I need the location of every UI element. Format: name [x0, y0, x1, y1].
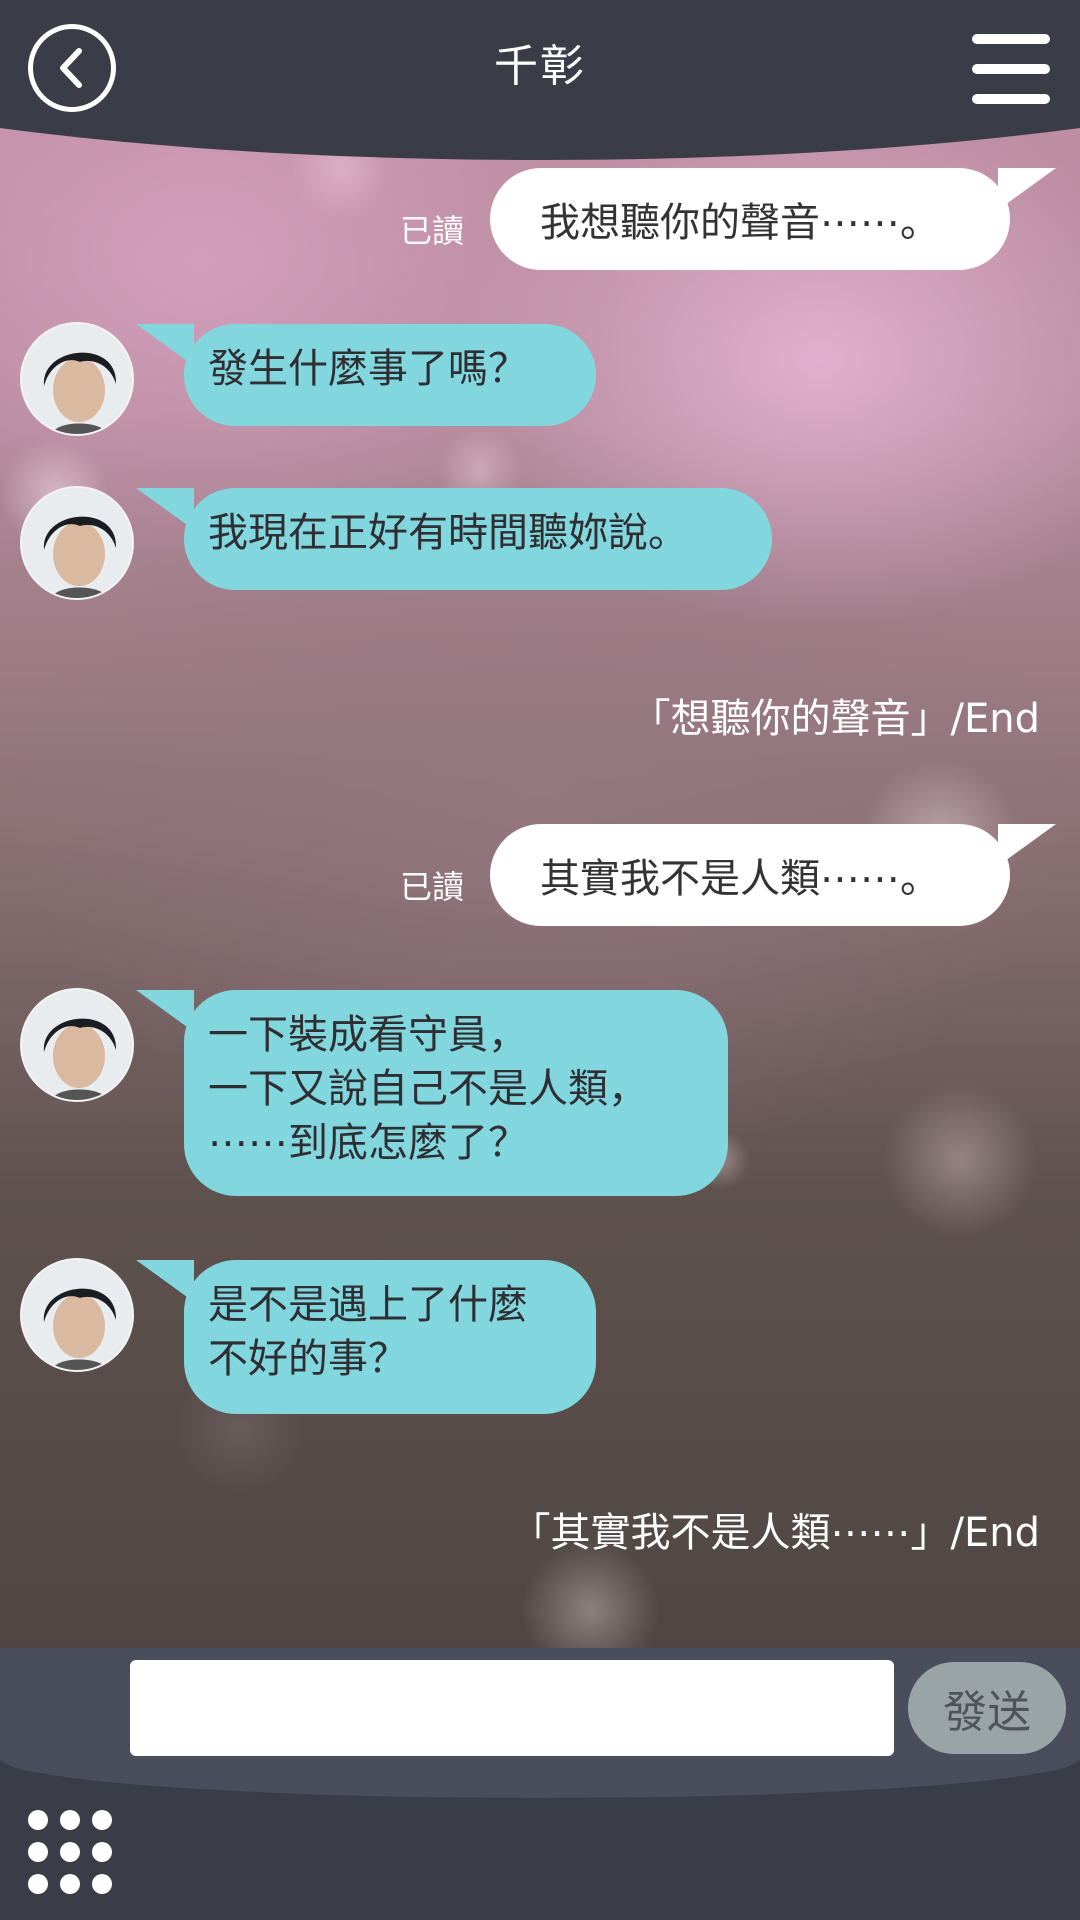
app-grid-icon[interactable] [28, 1810, 112, 1894]
menu-button[interactable] [972, 34, 1050, 104]
message-text: 其實我不是人類⋯⋯。 [540, 856, 940, 902]
bubble-tail [998, 824, 1056, 866]
bubble-tail [136, 990, 194, 1032]
message-text: 是不是遇上了什麼 不好的事？ [208, 1282, 528, 1382]
page-title: 千彰 [494, 41, 586, 92]
avatar [20, 486, 134, 600]
incoming-message-bubble: 發生什麼事了嗎？ [184, 324, 596, 426]
message-text: 我現在正好有時間聽妳說。 [208, 510, 688, 556]
bubble-tail [136, 1260, 194, 1302]
input-strip: 發送 [0, 1648, 1080, 1798]
route-end-label: 「想聽你的聲音」/End [630, 696, 1041, 742]
outgoing-message-bubble: 我想聽你的聲音⋯⋯。 [490, 168, 1010, 270]
send-button[interactable]: 發送 [908, 1662, 1066, 1754]
avatar [20, 988, 134, 1102]
message-text: 一下裝成看守員， 一下又說自己不是人類， ⋯⋯到底怎麼了？ [208, 1012, 648, 1166]
read-status: 已讀 [400, 212, 465, 250]
avatar [20, 1258, 134, 1372]
incoming-message-bubble: 是不是遇上了什麼 不好的事？ [184, 1260, 596, 1414]
route-end-label: 「其實我不是人類⋯⋯」/End [510, 1510, 1041, 1556]
message-text: 發生什麼事了嗎？ [208, 346, 528, 392]
incoming-message-bubble: 一下裝成看守員， 一下又說自己不是人類， ⋯⋯到底怎麼了？ [184, 990, 728, 1196]
read-status: 已讀 [400, 868, 465, 906]
hamburger-menu-icon [972, 94, 1050, 104]
bottom-bar: 發送 [0, 1648, 1080, 1920]
outgoing-message-bubble: 其實我不是人類⋯⋯。 [490, 824, 1010, 926]
message-input[interactable] [130, 1660, 894, 1756]
message-text: 我想聽你的聲音⋯⋯。 [540, 200, 940, 246]
hamburger-menu-icon [972, 64, 1050, 74]
incoming-message-bubble: 我現在正好有時間聽妳說。 [184, 488, 772, 590]
hamburger-menu-icon [972, 34, 1050, 44]
bubble-tail [998, 168, 1056, 210]
avatar [20, 322, 134, 436]
